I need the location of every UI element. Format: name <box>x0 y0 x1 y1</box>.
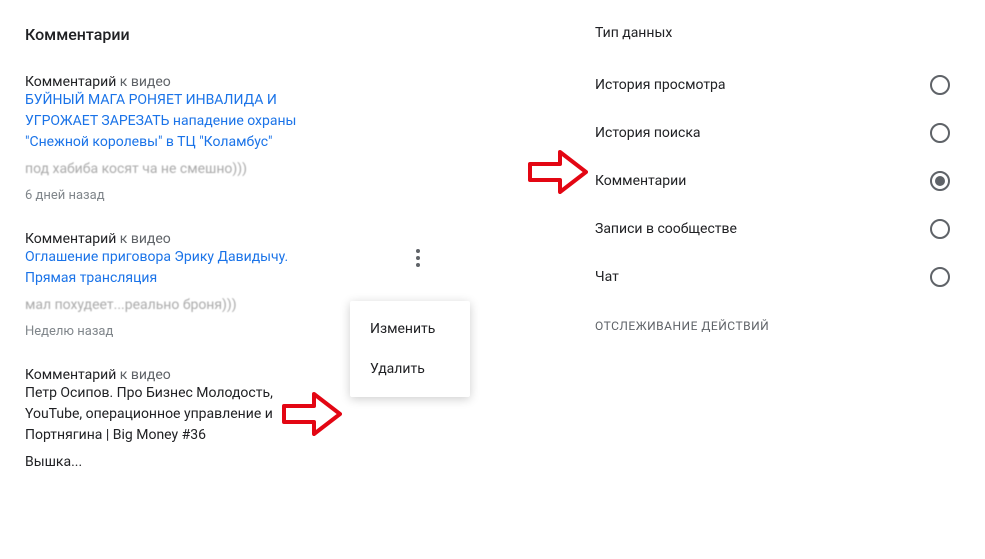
comment-body: Вышка... <box>25 452 325 473</box>
comment-label: Комментарий <box>25 74 116 90</box>
more-button[interactable] <box>406 241 430 275</box>
radio-icon <box>930 123 950 143</box>
comment-item: Комментарий к видео Оглашение приговора … <box>25 231 580 339</box>
radio-icon <box>930 75 950 95</box>
radio-label: Чат <box>595 269 619 285</box>
radio-icon <box>930 171 950 191</box>
data-type-title: Тип данных <box>595 25 960 41</box>
radio-option-comments[interactable]: Комментарии <box>595 157 960 205</box>
dots-icon <box>416 263 420 267</box>
tracking-header: ОТСЛЕЖИВАНИЕ ДЕЙСТВИЙ <box>595 301 960 343</box>
context-menu: Изменить Удалить <box>350 301 470 397</box>
dots-icon <box>416 249 420 253</box>
comment-body: под хабиба косят ча не смешно))) <box>25 159 325 180</box>
comment-label-suffix: к видео <box>116 367 170 383</box>
dots-icon <box>416 256 420 260</box>
radio-option-chat[interactable]: Чат <box>595 253 960 301</box>
radio-label: Записи в сообществе <box>595 221 737 237</box>
comment-time: 6 дней назад <box>25 188 580 203</box>
radio-option-search-history[interactable]: История поиска <box>595 109 960 157</box>
radio-icon <box>930 267 950 287</box>
comment-label-suffix: к видео <box>116 231 170 247</box>
radio-option-watch-history[interactable]: История просмотра <box>595 61 960 109</box>
section-title: Комментарии <box>25 25 580 44</box>
video-title[interactable]: Петр Осипов. Про Бизнес Молодость, YouTu… <box>25 383 325 446</box>
menu-delete[interactable]: Удалить <box>350 349 470 389</box>
comment-label: Комментарий <box>25 231 116 247</box>
radio-option-community-posts[interactable]: Записи в сообществе <box>595 205 960 253</box>
comment-item: Комментарий к видео БУЙНЫЙ МАГА РОНЯЕТ И… <box>25 74 580 203</box>
comment-label-suffix: к видео <box>116 74 170 90</box>
radio-label: Комментарии <box>595 173 686 189</box>
comment-time: Неделю назад <box>25 324 580 339</box>
comments-panel: Комментарии Комментарий к видео БУЙНЫЙ М… <box>0 0 580 559</box>
video-link[interactable]: БУЙНЫЙ МАГА РОНЯЕТ ИНВАЛИДА И УГРОЖАЕТ З… <box>25 90 325 153</box>
menu-edit[interactable]: Изменить <box>350 309 470 349</box>
comment-body: мал похудеет...реально броня))) <box>25 295 325 316</box>
radio-label: История поиска <box>595 125 701 141</box>
video-link[interactable]: Оглашение приговора Эрику Давидычу. Прям… <box>25 247 325 289</box>
radio-label: История просмотра <box>595 77 726 93</box>
data-type-panel: Тип данных История просмотра История пои… <box>580 0 985 559</box>
radio-icon <box>930 219 950 239</box>
annotation-arrow-icon <box>282 392 342 436</box>
annotation-arrow-icon <box>528 150 588 194</box>
comment-label: Комментарий <box>25 367 116 383</box>
